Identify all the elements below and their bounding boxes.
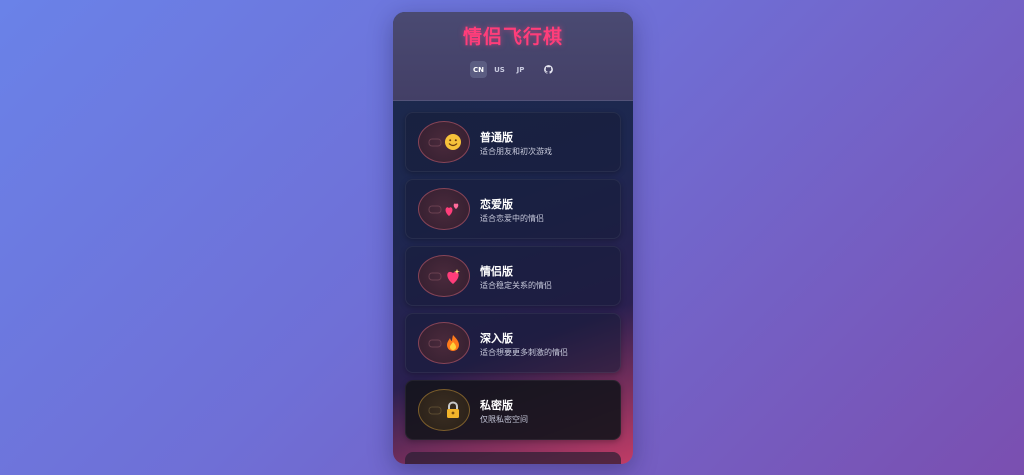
mode-icon-badge — [418, 255, 470, 297]
mode-title: 情侣版 — [480, 265, 513, 278]
mode-icon-badge — [418, 121, 470, 163]
gamepad-icon — [428, 406, 442, 415]
mode-description: 适合想要更多刺激的情侣 — [480, 348, 568, 357]
language-switcher: CN US JP — [470, 61, 557, 78]
mode-card-private[interactable]: 私密版 仅限私密空间 — [405, 380, 621, 440]
mode-description: 适合稳定关系的情侣 — [480, 281, 552, 290]
mode-card-love[interactable]: 恋爱版 适合恋爱中的情侣 — [405, 179, 621, 239]
gamepad-icon — [428, 205, 442, 214]
smiling-face-icon — [445, 134, 461, 150]
mode-icon-badge — [418, 322, 470, 364]
gamepad-icon — [428, 272, 442, 281]
mode-card-normal[interactable]: 普通版 适合朋友和初次游戏 — [405, 112, 621, 172]
mode-list: 普通版 适合朋友和初次游戏 恋爱版 适合恋爱中的情侣 情侣版 适合稳定关系的情侣… — [405, 112, 621, 447]
mode-description: 适合朋友和初次游戏 — [480, 147, 552, 156]
fire-icon — [447, 335, 459, 351]
gamepad-icon — [428, 138, 442, 147]
lang-button-jp[interactable]: JP — [512, 61, 529, 78]
mode-description: 仅限私密空间 — [480, 415, 528, 424]
list-item-partial — [405, 452, 621, 464]
mode-title: 恋爱版 — [480, 198, 513, 211]
mode-icon-badge — [418, 389, 470, 431]
lang-button-us[interactable]: US — [491, 61, 508, 78]
lock-icon — [447, 401, 459, 418]
gamepad-icon — [428, 339, 442, 348]
lang-button-cn[interactable]: CN — [470, 61, 487, 78]
app-title: 情侣飞行棋 — [462, 26, 563, 48]
mode-description: 适合恋爱中的情侣 — [480, 214, 544, 223]
github-icon[interactable] — [540, 61, 557, 78]
mode-icon-badge — [418, 188, 470, 230]
two-hearts-icon — [445, 203, 459, 216]
app-panel: 情侣飞行棋 CN US JP 普通版 适合朋友和初次游戏 恋爱版 适合恋爱中的情… — [393, 12, 633, 464]
mode-card-deep[interactable]: 深入版 适合想要更多刺激的情侣 — [405, 313, 621, 373]
mode-card-couple[interactable]: 情侣版 适合稳定关系的情侣 — [405, 246, 621, 306]
app-header: 情侣飞行棋 CN US JP — [393, 12, 633, 101]
mode-title: 深入版 — [480, 332, 513, 345]
mode-title: 普通版 — [480, 131, 513, 144]
sparkling-heart-icon — [447, 269, 460, 284]
mode-title: 私密版 — [480, 399, 513, 412]
